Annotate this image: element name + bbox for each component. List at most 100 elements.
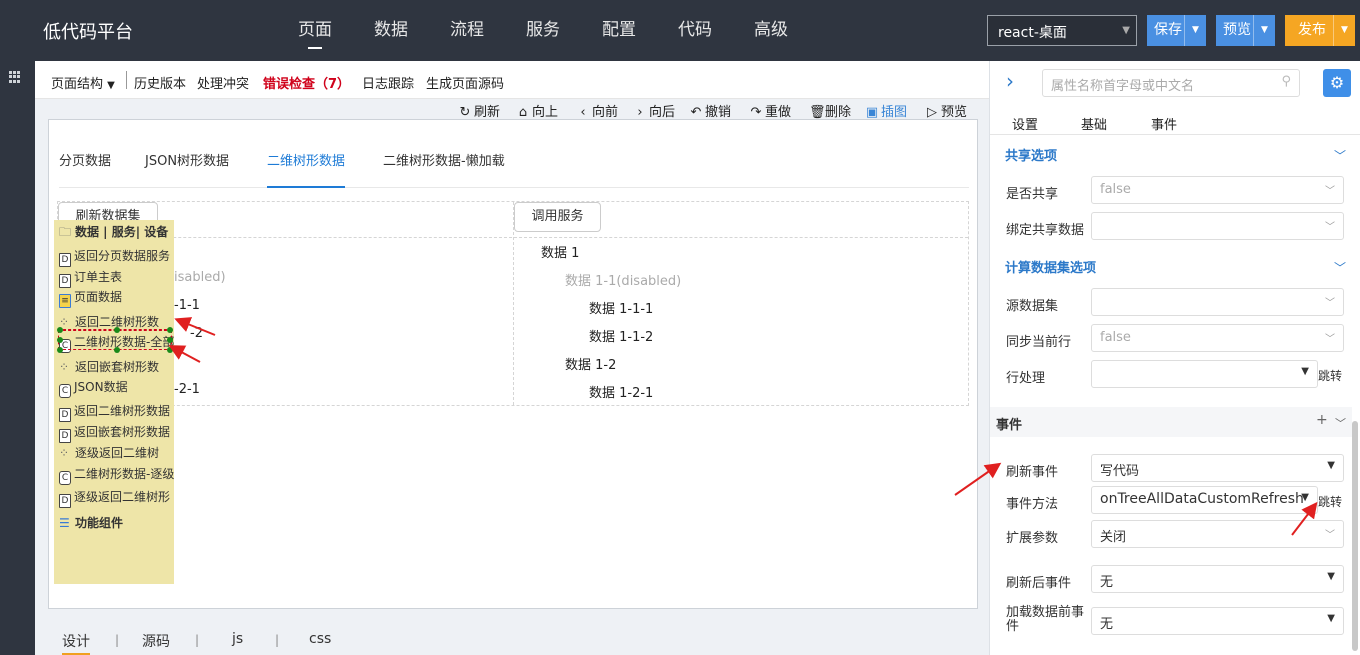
gen-source-button[interactable]: 生成页面源码 (426, 73, 504, 92)
is-shared-select[interactable]: false ﹀ (1091, 176, 1344, 204)
panel-scrollbar[interactable] (1352, 421, 1358, 651)
list-item[interactable]: ⁘ 返回嵌套树形数 (59, 358, 159, 375)
tab-settings[interactable]: 设置 (1012, 114, 1038, 133)
left-tree-fragment: -2-1 (174, 382, 200, 397)
list-item[interactable]: ⁘ 逐级返回二维树 (59, 444, 159, 461)
chevron-right-icon[interactable]: › (1006, 69, 1014, 93)
event-method-jump-link[interactable]: 跳转 (1318, 493, 1342, 510)
tab-paged-data[interactable]: 分页数据 (59, 154, 111, 188)
resize-handle[interactable] (167, 347, 173, 353)
play-icon: ▷ (927, 105, 937, 120)
preview-action[interactable]: ▷ 预览 (925, 101, 967, 120)
undo-action[interactable]: ↶ 撤销 (689, 101, 731, 120)
resize-handle[interactable] (167, 327, 173, 333)
list-item[interactable]: ≡ 页面数据 (59, 288, 122, 308)
log-button[interactable]: 日志跟踪 (362, 73, 414, 92)
refresh-action[interactable]: ↻ 刷新 (458, 101, 500, 120)
tree-node[interactable]: 数据 1-2 (565, 354, 616, 373)
tree-node[interactable]: 数据 1-1-1 (589, 298, 653, 317)
nav-flow[interactable]: 流程 (450, 0, 526, 61)
divider: | (275, 633, 280, 647)
row-handler-jump-link[interactable]: 跳转 (1318, 367, 1342, 384)
resize-handle[interactable] (57, 337, 63, 343)
resize-handle[interactable] (167, 337, 173, 343)
refresh-event-select[interactable]: 写代码 ▼ (1091, 454, 1344, 482)
plus-icon[interactable]: + (1316, 412, 1328, 428)
image-icon: ▣ (865, 105, 879, 120)
chevron-down-icon[interactable]: ﹀ (1334, 147, 1346, 164)
resize-handle[interactable] (57, 327, 63, 333)
tab-js[interactable]: js (232, 631, 243, 647)
section-calc-dataset[interactable]: 计算数据集选项 (1005, 257, 1096, 276)
nav-config[interactable]: 配置 (602, 0, 678, 61)
tab-json-tree[interactable]: JSON树形数据 (145, 154, 229, 188)
property-search-input[interactable]: 属性名称首字母或中文名 ⚲ (1042, 69, 1300, 97)
tree-node[interactable]: 数据 1-2-1 (589, 382, 653, 401)
tab-events[interactable]: 事件 (1151, 114, 1177, 133)
bind-shared-select[interactable]: ﹀ (1091, 212, 1344, 240)
tab-css[interactable]: css (309, 631, 331, 647)
tab-2d-tree[interactable]: 二维树形数据 (267, 154, 346, 188)
resize-handle[interactable] (57, 347, 63, 353)
delete-action[interactable]: 🗑删除 (809, 101, 851, 120)
page-structure-menu[interactable]: 页面结构 ▼ (51, 73, 115, 92)
tab-source[interactable]: 源码 (142, 631, 170, 651)
nav-code[interactable]: 代码 (678, 0, 754, 61)
resize-handle[interactable] (114, 347, 120, 353)
platform-select[interactable]: react-桌面 ▼ (987, 15, 1137, 46)
gear-icon[interactable]: ⚙ (1323, 69, 1351, 97)
history-button[interactable]: 历史版本 (134, 73, 186, 92)
caret-down-icon: ▼ (1301, 366, 1309, 377)
publish-button[interactable]: 发布 ▼ (1285, 15, 1355, 46)
action-bar: ↻ 刷新 ⌂ 向上 ‹ 向前 › 向后 ↶ 撤销 ↷ 重做 🗑删除 ▣ 插图 ▷ 预览 (35, 97, 989, 121)
list-item[interactable]: D 订单主表 (59, 268, 122, 288)
save-label: 保存 (1154, 22, 1182, 38)
list-item[interactable]: D 返回二维树形数据 (59, 402, 170, 422)
chevron-down-icon[interactable]: ﹀ (1334, 259, 1346, 276)
save-button[interactable]: 保存 ▼ (1147, 15, 1206, 46)
tree-node[interactable]: 数据 1-1-2 (589, 326, 653, 345)
redo-action[interactable]: ↷ 重做 (749, 101, 791, 120)
dataset-icon: D (59, 429, 71, 443)
is-shared-label: 是否共享 (1006, 187, 1059, 202)
popup-footer[interactable]: ☰ 功能组件 (59, 514, 123, 531)
conflict-button[interactable]: 处理冲突 (197, 73, 249, 92)
prev-action[interactable]: ‹ 向前 (576, 101, 618, 120)
next-action[interactable]: › 向后 (633, 101, 675, 120)
row-handler-select[interactable]: ▼ (1091, 360, 1318, 388)
chevron-down-icon[interactable]: ﹀ (1335, 415, 1346, 431)
resize-handle[interactable] (114, 327, 120, 333)
before-load-select[interactable]: 无 ▼ (1091, 607, 1344, 635)
sync-row-select[interactable]: false ﹀ (1091, 324, 1344, 352)
nav-page[interactable]: 页面 (298, 0, 374, 61)
save-dropdown-icon[interactable]: ▼ (1184, 15, 1206, 46)
after-refresh-select[interactable]: 无 ▼ (1091, 565, 1344, 593)
call-service-button[interactable]: 调用服务 (514, 202, 601, 232)
list-item[interactable]: D 逐级返回二维树形 (59, 488, 170, 508)
caret-down-icon: ▼ (1327, 460, 1335, 471)
insert-image-action[interactable]: ▣ 插图 (865, 101, 907, 120)
nav-advanced[interactable]: 高级 (754, 0, 830, 61)
list-item[interactable]: C JSON数据 (59, 378, 128, 398)
source-dataset-select[interactable]: ﹀ (1091, 288, 1344, 316)
up-action[interactable]: ⌂ 向上 (516, 101, 558, 120)
publish-dropdown-icon[interactable]: ▼ (1333, 15, 1355, 46)
nav-data[interactable]: 数据 (374, 0, 450, 61)
event-method-select[interactable]: onTreeAllDataCustomRefresh ▼ (1091, 486, 1318, 514)
section-share-options[interactable]: 共享选项 (1005, 145, 1057, 164)
preview-button[interactable]: 预览 ▼ (1216, 15, 1275, 46)
list-item[interactable]: C 二维树形数据-逐级 (59, 465, 174, 485)
error-check-button[interactable]: 错误检查（7） (263, 73, 350, 92)
tab-2d-tree-lazy[interactable]: 二维树形数据-懒加载 (383, 154, 505, 188)
list-item[interactable]: D 返回嵌套树形数据 (59, 423, 170, 443)
platform-select-value: react-桌面 (998, 25, 1067, 41)
tab-design[interactable]: 设计 (62, 631, 90, 655)
preview-dropdown-icon[interactable]: ▼ (1253, 15, 1275, 46)
list-item[interactable]: D 返回分页数据服务 (59, 247, 170, 267)
sub-toolbar: 页面结构 ▼ 历史版本 处理冲突 错误检查（7） 日志跟踪 生成页面源码 (35, 61, 989, 99)
nav-service[interactable]: 服务 (526, 0, 602, 61)
ext-param-select[interactable]: 关闭 ﹀ (1091, 520, 1344, 548)
tab-basic[interactable]: 基础 (1081, 114, 1107, 133)
grid-menu-icon[interactable] (9, 71, 21, 83)
tree-node[interactable]: 数据 1 (541, 242, 579, 261)
